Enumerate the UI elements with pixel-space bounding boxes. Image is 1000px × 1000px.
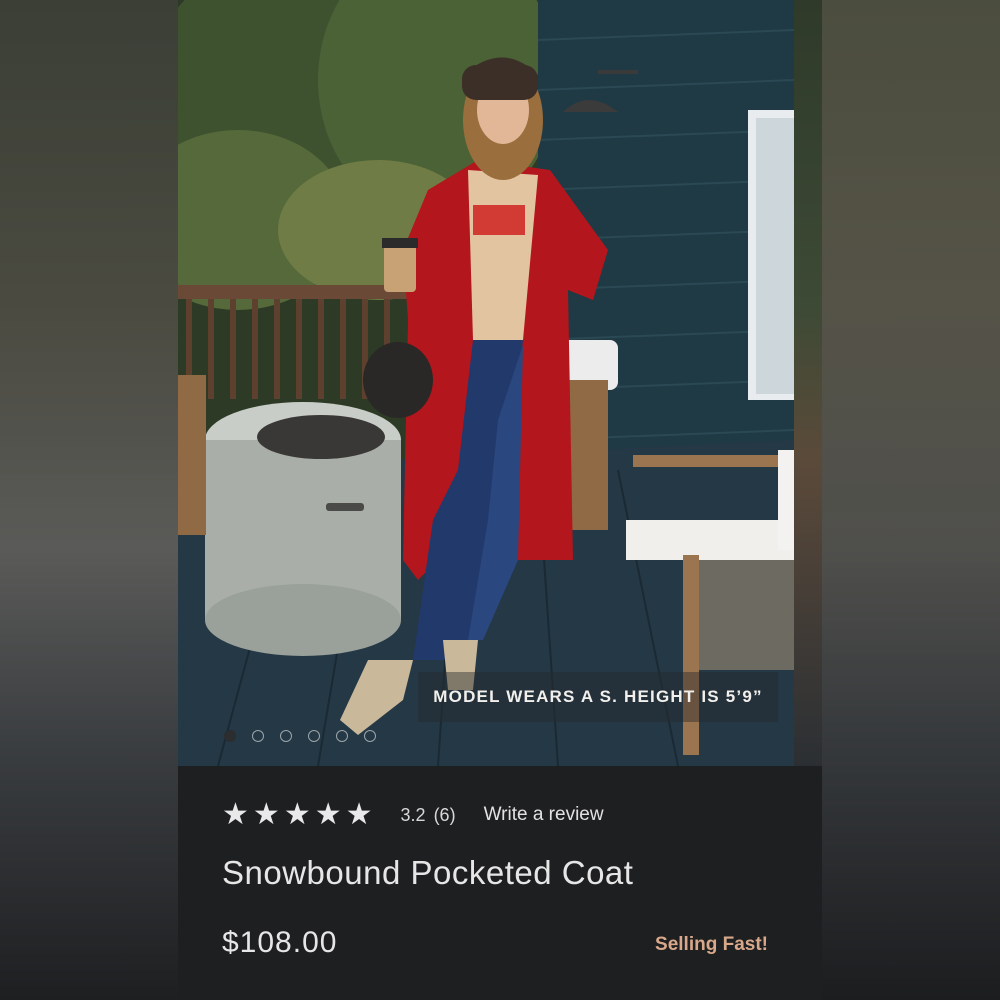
product-price: $108.00 [222,926,338,959]
carousel-dot[interactable] [252,730,264,742]
star-rating: ★ ★ ★ ★ ★ [222,800,373,830]
product-title: Snowbound Pocketed Coat [222,854,634,891]
star-icon: ★ [222,798,249,831]
carousel-pagination [224,730,376,742]
product-image-carousel[interactable]: MODEL WEARS A S. HEIGHT IS 5’9” [178,0,794,766]
carousel-dot[interactable] [280,730,292,742]
product-photo [178,0,794,766]
carousel-dot[interactable] [364,730,376,742]
rating-row: ★ ★ ★ ★ ★ 3.2 (6) Write a review [222,800,604,830]
model-size-caption: MODEL WEARS A S. HEIGHT IS 5’9” [418,672,778,722]
carousel-dot[interactable] [336,730,348,742]
next-image-peek[interactable] [794,0,822,766]
star-icon: ★ [252,798,280,831]
review-count[interactable]: (6) [434,805,456,826]
star-icon: ★ [314,798,342,831]
rating-value: 3.2 [400,804,426,825]
carousel-dot[interactable] [308,730,320,742]
product-info-panel: ★ ★ ★ ★ ★ 3.2 (6) Write a review Snowbou… [178,766,822,1000]
selling-fast-badge: Selling Fast! [655,934,768,955]
blurred-backdrop-right [822,0,1000,1000]
product-screen: MODEL WEARS A S. HEIGHT IS 5’9” ★ ★ ★ ★ … [178,0,822,1000]
carousel-dot[interactable] [224,730,236,742]
star-icon: ★ [283,798,311,831]
blurred-backdrop-left [0,0,178,1000]
star-icon: ★ [345,798,373,831]
write-review-link[interactable]: Write a review [484,804,604,826]
